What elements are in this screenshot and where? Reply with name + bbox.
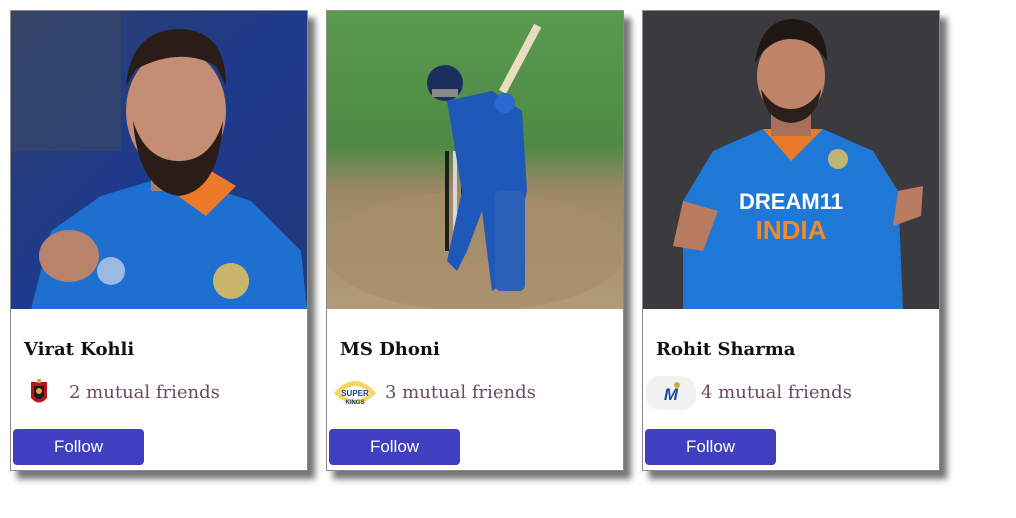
profile-card-rohit-sharma: DREAM11 INDIA Rohit Sharma M 4 mutual fr… — [642, 10, 940, 471]
follow-button[interactable]: Follow — [645, 429, 776, 465]
mutual-friends-count: 4 mutual friends — [701, 382, 852, 403]
profile-card-ms-dhoni: MS Dhoni SUPER KINGS 3 mutual friends Fo… — [326, 10, 624, 471]
mutual-friends-count: 3 mutual friends — [385, 382, 536, 403]
mutual-friends-row: 2 mutual friends — [13, 375, 303, 411]
mi-logo-icon: M — [645, 375, 697, 411]
csk-logo-icon: SUPER KINGS — [329, 375, 381, 411]
player-name: MS Dhoni — [340, 339, 440, 360]
mutual-friends-row: M 4 mutual friends — [645, 375, 935, 411]
player-photo — [11, 11, 307, 309]
rcb-logo-icon — [13, 375, 65, 411]
player-name: Virat Kohli — [24, 339, 135, 360]
player-photo: DREAM11 INDIA — [643, 11, 939, 309]
mutual-friends-row: SUPER KINGS 3 mutual friends — [329, 375, 619, 411]
follow-button[interactable]: Follow — [329, 429, 460, 465]
mutual-friends-count: 2 mutual friends — [69, 382, 220, 403]
follow-button[interactable]: Follow — [13, 429, 144, 465]
player-photo — [327, 11, 623, 309]
svg-text:KINGS: KINGS — [345, 400, 364, 406]
svg-text:SUPER: SUPER — [341, 389, 369, 398]
profile-card-virat-kohli: Virat Kohli 2 mutual friends Follow — [10, 10, 308, 471]
svg-text:DREAM11: DREAM11 — [739, 189, 843, 214]
player-name: Rohit Sharma — [656, 339, 796, 360]
svg-text:INDIA: INDIA — [756, 215, 827, 245]
